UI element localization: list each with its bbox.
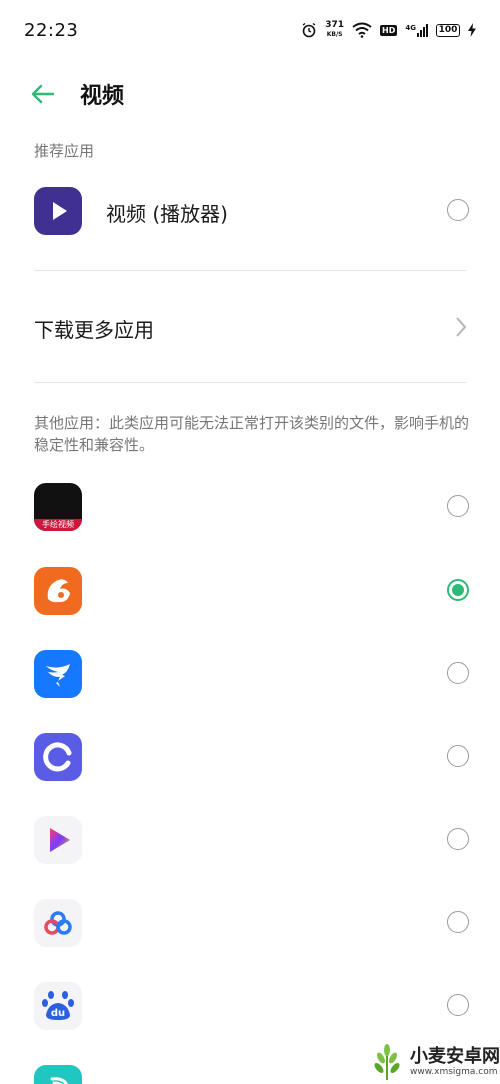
other-app-radio[interactable]: [447, 495, 469, 517]
download-more-label: 下载更多应用: [34, 318, 154, 342]
page-title: 视频: [80, 84, 125, 109]
back-arrow-icon[interactable]: [28, 80, 56, 108]
uc-browser-icon: [34, 567, 82, 615]
dingtalk-icon: [34, 650, 82, 698]
recommended-app-row[interactable]: 视频 (播放器): [0, 170, 500, 250]
download-more-row[interactable]: 下载更多应用: [0, 290, 500, 366]
other-app-radio[interactable]: [447, 994, 469, 1016]
video-player-icon: [34, 187, 82, 235]
baidu-paw-icon: du: [34, 982, 82, 1030]
status-icons: 371 KB/S HD 4G 100: [301, 21, 476, 39]
network-speed-value: 371: [325, 20, 345, 30]
other-app-radio-selected[interactable]: [447, 579, 469, 601]
hd-icon: HD: [380, 24, 398, 36]
watermark: 小麦安卓网 www.xmsigma.com: [370, 1040, 500, 1084]
shoujing-video-icon-text: 手绘视频: [34, 519, 82, 531]
chevron-right-icon: [456, 317, 467, 337]
alarm-icon: [302, 22, 316, 38]
watermark-url: www.xmsigma.com: [410, 1067, 498, 1077]
recommended-app-radio[interactable]: [447, 199, 469, 221]
other-app-radio[interactable]: [447, 662, 469, 684]
other-app-row[interactable]: [0, 633, 500, 713]
network-speed-unit: KB/S: [326, 31, 343, 38]
other-app-row[interactable]: [0, 716, 500, 796]
video-play-app-icon: [34, 816, 82, 864]
circle-app-icon: [34, 733, 82, 781]
charging-icon: [468, 23, 476, 37]
watermark-title: 小麦安卓网: [410, 1046, 500, 1067]
other-app-row[interactable]: 手绘视频: [0, 466, 500, 546]
other-app-radio[interactable]: [447, 828, 469, 850]
other-app-row[interactable]: [0, 882, 500, 962]
status-bar: 22:23 371 KB/S HD 4G 100: [0, 0, 500, 60]
page-header: 视频: [0, 68, 500, 120]
other-app-row[interactable]: du: [0, 965, 500, 1045]
divider: [34, 382, 466, 383]
battery-icon: 100: [436, 23, 460, 37]
signal-icon: 4G: [405, 23, 428, 37]
divider: [34, 270, 466, 271]
status-time: 22:23: [24, 19, 79, 41]
recommended-app-name: 视频 (播放器): [106, 202, 228, 226]
baidu-netdisk-icon: [34, 899, 82, 947]
other-app-row[interactable]: [0, 550, 500, 630]
other-app-radio[interactable]: [447, 745, 469, 767]
other-app-row[interactable]: [0, 799, 500, 879]
network-speed: 371 KB/S: [325, 21, 344, 39]
shoujing-video-icon: 手绘视频: [34, 483, 82, 531]
teal-app-icon: [34, 1065, 82, 1084]
wheat-logo-icon: [374, 1044, 400, 1080]
wifi-icon: [352, 22, 372, 38]
other-apps-notice: 其他应用：此类应用可能无法正常打开该类别的文件，影响手机的稳定性和兼容性。: [34, 414, 470, 454]
signal-label: 4G: [405, 23, 416, 32]
other-app-radio[interactable]: [447, 911, 469, 933]
recommended-section-label: 推荐应用: [34, 142, 95, 160]
baidu-paw-icon-text: du: [50, 1008, 66, 1019]
